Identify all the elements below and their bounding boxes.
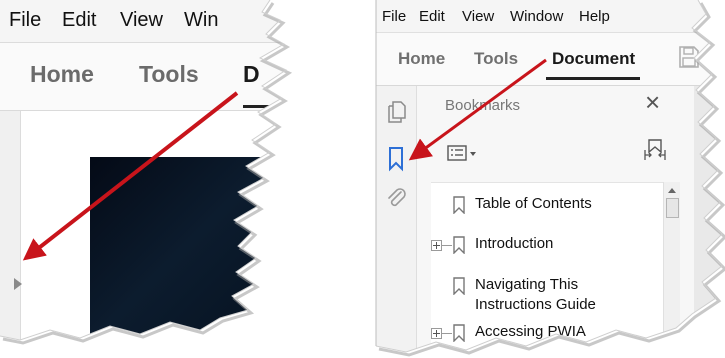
left-tab-bar: Home Tools D xyxy=(0,43,286,111)
menu-view[interactable]: View xyxy=(462,8,494,25)
bookmark-introduction[interactable]: Introduction xyxy=(475,234,553,254)
bookmarks-scrollbar[interactable] xyxy=(663,182,680,352)
tab-document[interactable]: Document xyxy=(552,49,635,69)
left-menu-window[interactable]: Win xyxy=(184,9,218,32)
bookmarks-title: Bookmarks xyxy=(445,97,521,114)
expand-bookmark-icon[interactable] xyxy=(643,138,667,169)
menu-help[interactable]: Help xyxy=(579,8,610,25)
right-torn-region: File Edit View Window Help Home Tools Do… xyxy=(376,0,722,352)
tree-connector xyxy=(442,245,452,246)
bookmark-icon xyxy=(453,277,465,300)
right-zoomed-screenshot: File Edit View Window Help Home Tools Do… xyxy=(376,0,725,358)
tab-home[interactable]: Home xyxy=(398,49,445,69)
save-icon[interactable] xyxy=(678,45,700,74)
left-tab-document[interactable]: D xyxy=(243,61,260,88)
bookmark-options-menu-icon[interactable] xyxy=(447,144,481,167)
document-area-edge xyxy=(694,86,722,352)
left-menu-bar: File Edit View Win xyxy=(0,0,286,43)
tree-connector xyxy=(442,333,452,334)
left-menu-edit[interactable]: Edit xyxy=(62,9,96,32)
scroll-up-arrow-icon[interactable] xyxy=(668,188,676,193)
left-zoomed-screenshot: File Edit View Win Home Tools D xyxy=(0,0,295,345)
tab-tools[interactable]: Tools xyxy=(474,49,518,69)
expand-plus-icon[interactable] xyxy=(431,328,442,339)
menu-edit[interactable]: Edit xyxy=(419,8,445,25)
menu-file[interactable]: File xyxy=(382,8,406,25)
left-tab-home[interactable]: Home xyxy=(30,61,94,88)
document-page-dark-image xyxy=(90,157,286,340)
scroll-thumb[interactable] xyxy=(666,198,679,218)
pages-thumbnails-icon[interactable] xyxy=(386,100,408,129)
left-menu-view[interactable]: View xyxy=(120,9,163,32)
bookmark-accessing-pwia[interactable]: Accessing PWIA xyxy=(475,322,586,342)
bookmark-navigating-line1[interactable]: Navigating This xyxy=(475,275,578,295)
left-navigation-rail xyxy=(0,111,21,340)
navigation-rail xyxy=(376,86,417,352)
bookmarks-pane: Bookmarks × Table of Contents Introducti… xyxy=(417,86,722,352)
bookmark-panel-icon[interactable] xyxy=(386,146,406,177)
active-tab-underline xyxy=(546,77,640,80)
menu-window[interactable]: Window xyxy=(510,8,563,25)
left-torn-region: File Edit View Win Home Tools D xyxy=(0,0,286,340)
expand-plus-icon[interactable] xyxy=(431,240,442,251)
right-tab-bar: Home Tools Document xyxy=(376,33,722,86)
left-menu-file[interactable]: File xyxy=(9,9,41,32)
bookmark-icon xyxy=(453,196,465,219)
bookmark-table-of-contents[interactable]: Table of Contents xyxy=(475,194,592,214)
bookmark-icon xyxy=(453,324,465,347)
bookmarks-tree: Table of Contents Introduction Navigatin… xyxy=(431,182,671,352)
bookmark-navigating-line2[interactable]: Instructions Guide xyxy=(475,295,596,315)
left-tab-tools[interactable]: Tools xyxy=(139,61,199,88)
left-active-tab-underline xyxy=(243,105,283,108)
bookmark-icon xyxy=(453,236,465,259)
expand-pane-arrow-icon[interactable] xyxy=(14,278,22,290)
right-menu-bar: File Edit View Window Help xyxy=(376,0,722,33)
attachments-paperclip-icon[interactable] xyxy=(386,186,408,217)
close-pane-button[interactable]: × xyxy=(645,89,660,115)
